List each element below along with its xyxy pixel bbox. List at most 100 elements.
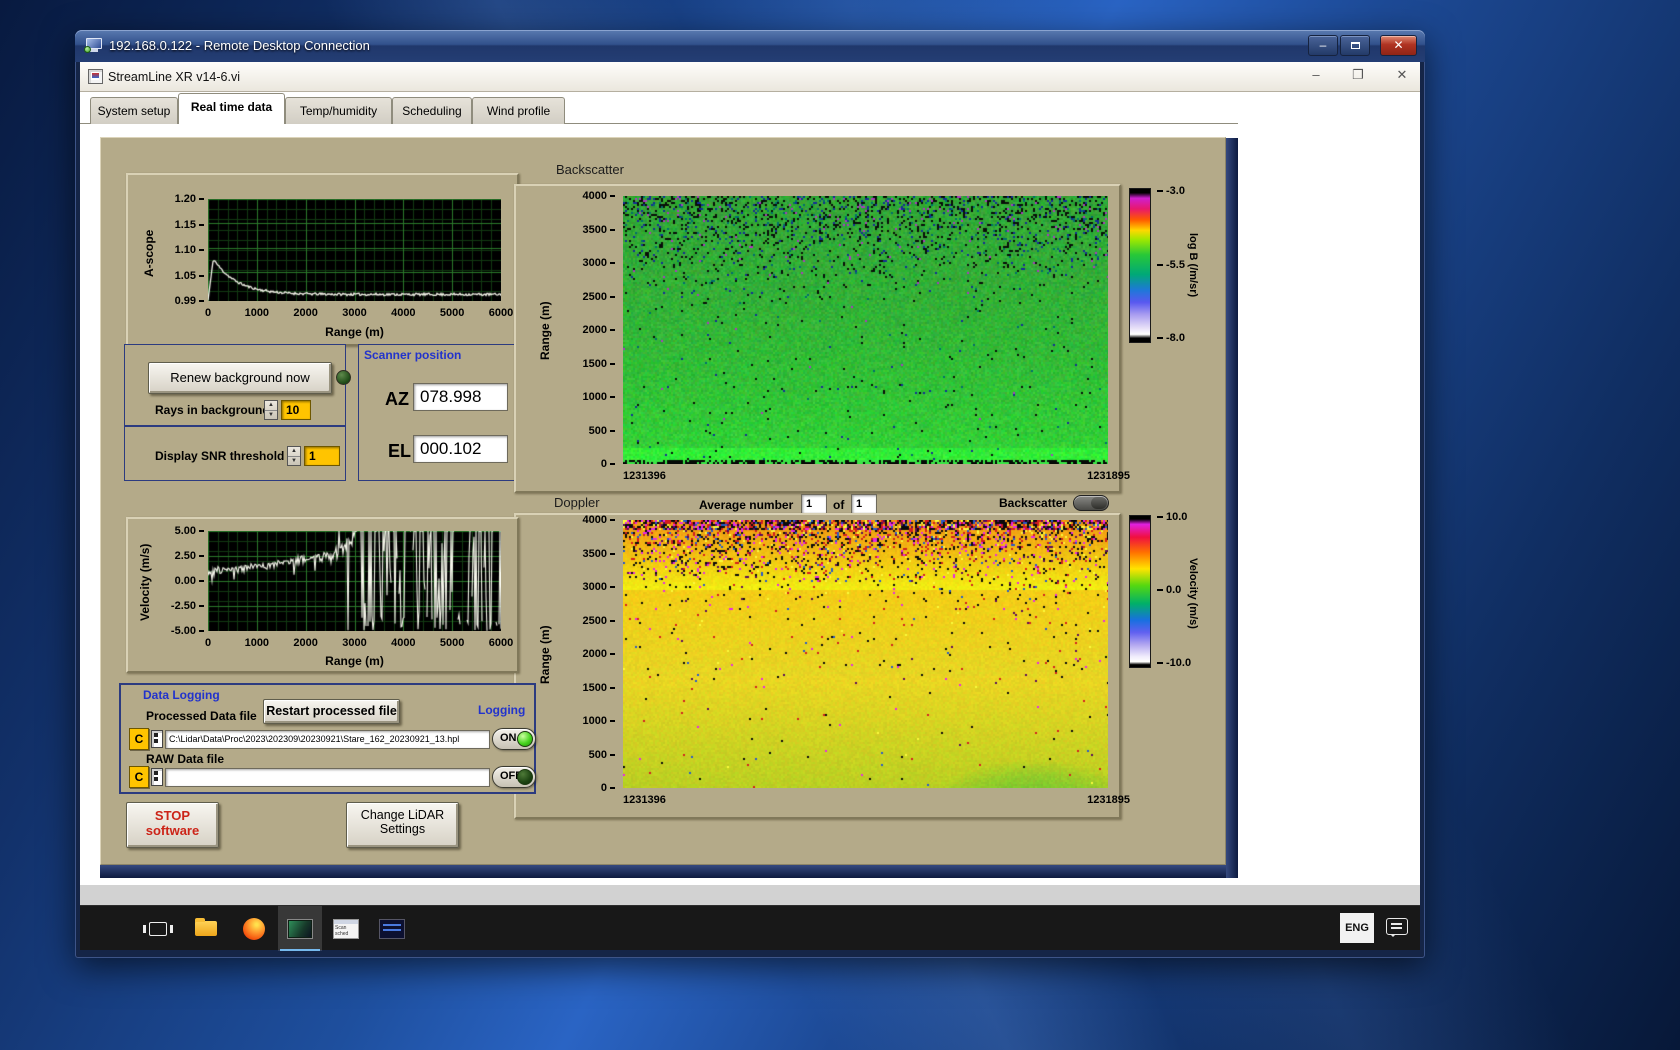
desktop: 192.168.0.122 - Remote Desktop Connectio…: [0, 0, 1680, 1050]
average-number-label: Average number: [699, 498, 794, 512]
app-close-button[interactable]: ✕: [1388, 66, 1416, 86]
raw-path-browse-icon[interactable]: [151, 768, 163, 786]
scan-schedule-button[interactable]: Scan sched: [324, 906, 368, 951]
axis-tick-label: 0: [560, 781, 615, 795]
average-number-field[interactable]: 1: [801, 494, 827, 514]
backscatter-heatmap: [623, 196, 1108, 464]
data-logging-title: Data Logging: [143, 688, 220, 702]
backscatter-plot-group: Range (m) 4000 3500 3000 2500 2000 1500 1000 50…: [514, 184, 1130, 493]
velocity-xlabel: Range (m): [325, 654, 384, 668]
axis-tick-label: -3.0: [1157, 184, 1185, 198]
axis-tick-label: 500: [560, 748, 615, 762]
axis-tick-label: 2.50: [154, 549, 204, 563]
axis-tick-label: 500: [560, 424, 615, 438]
axis-tick-label: -10.0: [1157, 656, 1191, 670]
remote-taskbar: Scan sched ENG: [80, 905, 1420, 951]
backscatter-toggle[interactable]: [1073, 495, 1109, 511]
doppler-colorbar-area: 10.0 0.0 -10.0 Velocity (m/s): [1129, 511, 1209, 673]
raw-logging-toggle[interactable]: OFF: [492, 766, 536, 788]
active-app-button[interactable]: [278, 906, 322, 951]
axis-tick-label: 5000: [439, 637, 465, 649]
language-indicator[interactable]: ENG: [1340, 913, 1374, 943]
of-label: of: [833, 498, 845, 512]
rdp-close-button[interactable]: ✕: [1380, 35, 1417, 56]
processed-drive-box[interactable]: C: [129, 728, 149, 750]
schedule-window-button[interactable]: [370, 906, 414, 951]
axis-tick-label: 4000: [391, 637, 416, 649]
app-bottom-strip: [80, 885, 1420, 905]
change-line1: Change LiDAR: [360, 808, 445, 822]
renew-background-button[interactable]: Renew background now: [148, 362, 332, 394]
app-restore-button[interactable]: ❐: [1344, 66, 1372, 86]
axis-tick-label: 3000: [342, 637, 367, 649]
tab-wind-profile[interactable]: Wind profile: [472, 97, 565, 124]
stop-line1: STOP: [154, 808, 191, 823]
backscatter-section-title: Backscatter: [556, 162, 624, 177]
axis-tick-label: -2.50: [154, 599, 204, 613]
panel-bottom-edge: [100, 865, 1238, 878]
doppler-x-right: 1231895: [1087, 794, 1130, 806]
raw-data-file-label: RAW Data file: [146, 752, 225, 766]
doppler-section-title: Doppler: [554, 495, 600, 510]
scanner-position-title: Scanner position: [364, 348, 462, 362]
rays-spinner[interactable]: ▲ ▼: [264, 400, 278, 420]
rays-value-field[interactable]: 10: [281, 400, 311, 420]
raw-drive-box[interactable]: C: [129, 766, 149, 788]
snr-threshold-box: Display SNR threshold ▲ ▼ 1: [124, 426, 346, 481]
snr-spinner[interactable]: ▲ ▼: [287, 446, 301, 466]
tab-system-setup[interactable]: System setup: [90, 97, 178, 124]
app-minimize-button[interactable]: –: [1302, 66, 1330, 86]
axis-tick-label: 1.20: [154, 192, 204, 206]
rdp-maximize-button[interactable]: [1340, 35, 1370, 56]
az-value-field[interactable]: 078.998: [413, 383, 508, 411]
scan-schedule-icon-text: Scan sched: [335, 924, 349, 937]
axis-tick-label: 2000: [560, 647, 615, 661]
processed-path-field[interactable]: C:\Lidar\Data\Proc\2023\202309\20230921\…: [165, 730, 490, 749]
snr-threshold-label: Display SNR threshold: [155, 449, 285, 463]
rdp-minimize-button[interactable]: –: [1308, 35, 1338, 56]
axis-tick-label: 4000: [391, 307, 416, 319]
firefox-button[interactable]: [232, 906, 276, 951]
file-explorer-button[interactable]: [184, 906, 228, 951]
data-logging-box: Data Logging Processed Data file Restart…: [119, 683, 536, 794]
ascope-xticks: 0 1000 2000 3000 4000 5000 6000: [128, 306, 517, 320]
labview-vi-icon: [88, 69, 103, 84]
axis-tick-label: 1000: [244, 637, 270, 649]
tab-scheduling[interactable]: Scheduling: [392, 97, 472, 124]
axis-tick-label: 2000: [293, 307, 318, 319]
rdp-titlebar[interactable]: 192.168.0.122 - Remote Desktop Connectio…: [75, 30, 1425, 62]
el-value-field[interactable]: 000.102: [413, 435, 508, 463]
tab-real-time-data[interactable]: Real time data: [178, 93, 285, 124]
tab-temp-humidity[interactable]: Temp/humidity: [285, 97, 392, 124]
axis-tick-label: 4000: [560, 513, 615, 527]
change-lidar-settings-button[interactable]: Change LiDAR Settings: [346, 802, 459, 848]
processed-path-browse-icon[interactable]: [151, 730, 163, 748]
processed-logging-toggle[interactable]: ON: [492, 728, 536, 750]
app-titlebar[interactable]: StreamLine XR v14-6.vi: [80, 62, 1420, 92]
task-view-button[interactable]: [136, 906, 180, 951]
average-of-field[interactable]: 1: [851, 494, 877, 514]
snr-value-field[interactable]: 1: [304, 446, 340, 466]
axis-tick-label: -5.5: [1157, 258, 1185, 272]
stop-software-button[interactable]: STOP software: [126, 802, 219, 848]
backscatter-colorbar-label: log B (/m/sr): [1187, 233, 1199, 298]
raw-path-field[interactable]: [165, 768, 490, 787]
restart-processed-file-button[interactable]: Restart processed file: [263, 699, 400, 724]
axis-tick-label: 1000: [560, 390, 615, 404]
rdp-title: 192.168.0.122 - Remote Desktop Connectio…: [109, 38, 370, 53]
processed-data-file-label: Processed Data file: [146, 709, 257, 723]
axis-tick-label: 1.10: [154, 243, 204, 257]
axis-tick-label: 0: [204, 637, 212, 649]
chat-bubble-icon[interactable]: [1386, 918, 1408, 937]
rdp-icon: [84, 38, 104, 53]
axis-tick-label: 2000: [293, 637, 318, 649]
scan-schedule-window-icon: Scan sched: [333, 918, 359, 939]
doppler-colorbar-label: Velocity (m/s): [1187, 557, 1199, 629]
velocity-xticks: 0 1000 2000 3000 4000 5000 6000: [128, 636, 517, 650]
axis-tick-label: 6000: [488, 637, 514, 649]
axis-tick-label: 1000: [560, 714, 615, 728]
ascope-plot: [208, 199, 501, 301]
ascope-xlabel: Range (m): [325, 325, 384, 339]
renew-status-led: [336, 370, 351, 385]
folder-icon: [195, 918, 217, 936]
